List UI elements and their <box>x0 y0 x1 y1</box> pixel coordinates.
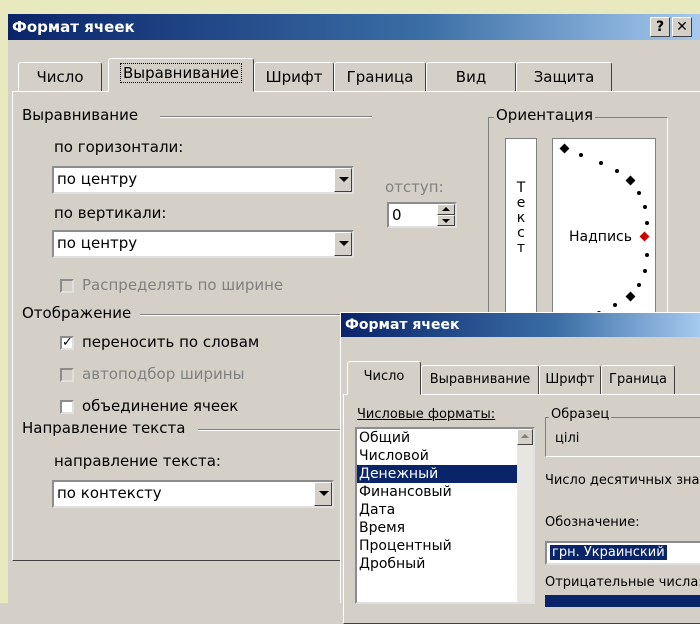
background-left-strip <box>0 0 8 603</box>
formats-listbox[interactable]: Общий Числовой Денежный Финансовый Дата … <box>355 427 535 604</box>
merge-checkbox[interactable] <box>60 400 74 414</box>
spin-up-icon[interactable] <box>437 204 455 215</box>
format-item[interactable]: Время <box>357 519 533 537</box>
dial-dot <box>579 153 583 157</box>
format-item[interactable]: Числовой <box>357 447 533 465</box>
sample-group-label: Образец <box>549 407 612 422</box>
vertical-letter: е <box>516 195 526 211</box>
background-top-strip <box>0 0 700 14</box>
tab2-number[interactable]: Число <box>347 361 421 395</box>
wrap-checkbox[interactable]: ✓ <box>60 336 74 350</box>
sample-value: цілі <box>555 431 580 446</box>
wrap-label: переносить по словам <box>82 333 260 351</box>
vertical-letter: т <box>516 240 526 256</box>
tab-alignment[interactable]: Выравнивание <box>108 58 254 92</box>
symbol-combo[interactable]: грн. Украинский <box>545 541 700 565</box>
negative-listbox[interactable] <box>545 595 700 607</box>
format-item[interactable]: Финансовый <box>357 483 533 501</box>
dial-dot <box>599 161 603 165</box>
vertical-label: по вертикали: <box>54 204 167 222</box>
vertical-letter: Т <box>516 180 526 196</box>
spin-down-icon[interactable] <box>437 215 455 226</box>
tab-border[interactable]: Граница <box>334 62 426 92</box>
symbol-label: Обозначение: <box>545 515 640 530</box>
vertical-text-box[interactable]: Т е к с т <box>505 138 537 338</box>
format-item[interactable]: Дата <box>357 501 533 519</box>
listbox-scrollbar[interactable] <box>517 429 533 602</box>
tab-protection[interactable]: Защита <box>516 62 612 92</box>
tab2-border[interactable]: Граница <box>601 365 675 395</box>
direction-group-line <box>198 429 348 431</box>
indent-label: отступ: <box>385 178 444 196</box>
scroll-up-icon[interactable] <box>517 429 533 445</box>
direction-group-label: Направление текста <box>22 419 186 437</box>
tab-view[interactable]: Вид <box>426 62 516 92</box>
format-item[interactable]: Дробный <box>357 555 533 573</box>
display-group-line <box>140 314 350 316</box>
orientation-dial[interactable]: Надпись <box>552 138 656 338</box>
dialog-titlebar: Формат ячеек <box>8 14 700 40</box>
dialog-title: Формат ячеек <box>12 18 135 36</box>
negative-label: Отрицательные числа: <box>545 575 700 590</box>
help-button[interactable]: ? <box>650 17 670 37</box>
checkmark-icon: ✓ <box>62 335 73 350</box>
direction-combo[interactable]: по контексту <box>52 480 334 508</box>
vertical-letter: с <box>517 225 525 241</box>
horizontal-combo[interactable]: по центру <box>52 166 354 194</box>
dial-dot <box>615 169 619 173</box>
close-icon: ✕ <box>676 19 688 35</box>
alignment-group-label: Выравнивание <box>22 106 139 124</box>
dial-dot <box>645 221 649 225</box>
dial-dot <box>613 303 617 307</box>
tab-font[interactable]: Шрифт <box>254 62 334 92</box>
dial-dot <box>643 205 647 209</box>
format-item-selected[interactable]: Денежный <box>357 465 533 483</box>
chevron-down-icon[interactable] <box>334 168 352 192</box>
dial-dot-top <box>559 143 570 154</box>
dial-dot <box>637 283 641 287</box>
merge-label: объединение ячеек <box>82 397 239 415</box>
spinner-buttons[interactable] <box>437 204 455 226</box>
tab2-font[interactable]: Шрифт <box>539 365 601 395</box>
format-item[interactable]: Процентный <box>357 537 533 555</box>
dial-dot <box>637 191 641 195</box>
format-item[interactable]: Общий <box>357 429 533 447</box>
indent-spinner[interactable]: 0 <box>387 202 457 228</box>
dial-dot-selected <box>639 231 650 242</box>
autofit-checkbox[interactable] <box>60 368 74 382</box>
vertical-letter: к <box>516 210 526 226</box>
dial-dot <box>645 253 649 257</box>
direction-label: направление текста: <box>54 452 221 470</box>
distribute-checkbox[interactable] <box>60 279 74 293</box>
vertical-combo[interactable]: по центру <box>52 230 354 258</box>
chevron-down-icon[interactable] <box>334 232 352 256</box>
alignment-group-line <box>160 116 372 118</box>
display-group-label: Отображение <box>22 304 132 322</box>
horizontal-label: по горизонтали: <box>54 138 184 156</box>
autofit-label: автоподбор ширины <box>82 365 245 383</box>
tab2-alignment[interactable]: Выравнивание <box>421 365 539 395</box>
dialog2-titlebar: Формат ячеек <box>341 313 700 337</box>
dial-dot <box>643 269 647 273</box>
dial-dot-major <box>625 175 636 186</box>
distribute-label: Распределять по ширине <box>82 276 284 294</box>
indent-value: 0 <box>392 206 402 224</box>
horizontal-value: по центру <box>57 170 138 188</box>
decimals-label: Число десятичных зна <box>545 473 700 488</box>
direction-value: по контексту <box>57 484 162 502</box>
orientation-caption: Надпись <box>569 229 632 245</box>
close-button[interactable]: ✕ <box>672 17 692 37</box>
dial-dot-major <box>625 291 636 302</box>
dialog2-title: Формат ячеек <box>345 317 460 333</box>
orientation-group-label: Ориентация <box>494 106 596 124</box>
formats-label: Числовые форматы: <box>357 407 496 422</box>
vertical-value: по центру <box>57 234 138 252</box>
symbol-value: грн. Украинский <box>550 545 667 560</box>
format-cells-dialog-2: Формат ячеек Число Выравнивание Шрифт Гр… <box>340 312 700 624</box>
chevron-down-icon[interactable] <box>314 482 332 506</box>
tab-number[interactable]: Число <box>18 62 102 92</box>
